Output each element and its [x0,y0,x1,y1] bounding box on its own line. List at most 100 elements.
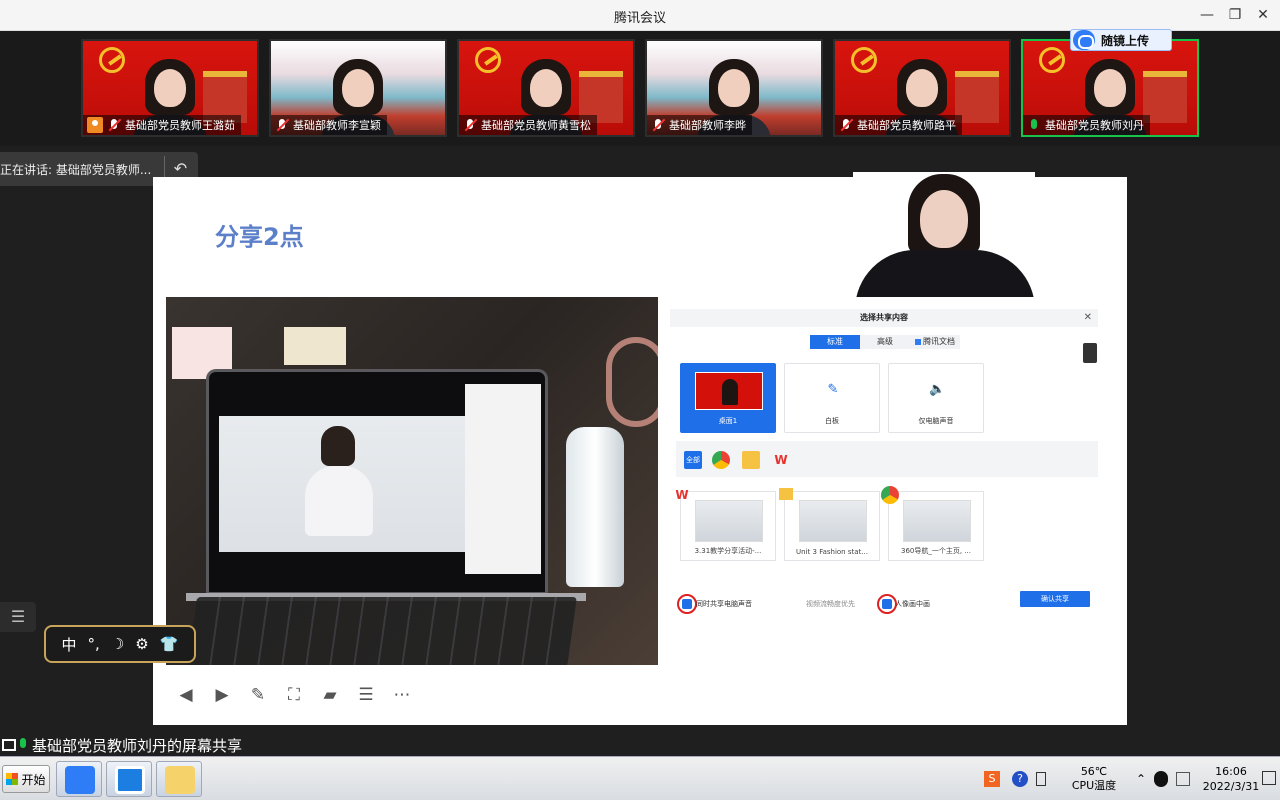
mic-on-icon [1027,118,1041,132]
option-label: 仅电脑声音 [918,417,954,425]
check-label: 人像画中画 [895,600,930,608]
clock[interactable]: 16:06 2022/3/31 [1200,764,1262,794]
restore-button[interactable]: ❐ [1223,4,1247,26]
tab-tencent-docs-label: 腾讯文档 [923,337,955,346]
window-label: Unit 3 Fashion stat... [796,548,868,556]
mic-icon[interactable] [1083,343,1097,363]
tab-standard[interactable]: 标准 [810,335,860,349]
tray-icons: ⌃ [1136,757,1191,800]
chat-icon[interactable]: ☰ [353,682,379,708]
window-thumbnail[interactable]: 360导航_一个主页, ... [881,486,984,561]
check-label[interactable]: 视频流畅度优先 [806,599,855,609]
chrome-icon [881,486,899,504]
gear-icon[interactable]: ⚙ [135,635,148,653]
minimize-button[interactable]: — [1195,4,1219,26]
taskbar-app-tablet[interactable] [106,761,152,797]
filter-all-button[interactable]: 全部 [684,451,702,469]
wps-icon: W [675,488,689,502]
qq-icon[interactable] [1154,771,1169,787]
participant-tile-active[interactable]: 基础部党员教师刘丹 [1021,39,1199,137]
participant-name: 基础部党员教师黄雪松 [481,119,591,132]
ime-chinese-mode[interactable]: 中 [62,634,77,655]
tab-advanced[interactable]: 高级 [860,335,910,349]
skin-icon[interactable]: 👕 [160,635,179,653]
window-title: 腾讯会议 [613,11,666,26]
mic-muted-icon [463,118,477,132]
more-icon[interactable]: ⋯ [389,682,415,708]
start-button[interactable]: 开始 [2,765,50,793]
cloud-upload-label: 随镜上传 [1101,33,1150,48]
wps-icon[interactable]: W [772,451,790,469]
pen-icon[interactable]: ✎ [245,682,271,708]
cpu-temperature[interactable]: 56℃ CPU温度 [1066,765,1122,793]
party-emblem-icon [99,47,125,73]
screen-icon [2,739,16,751]
chrome-icon[interactable] [712,451,730,469]
ime-punctuation[interactable]: °, [88,635,100,653]
participant-name: 基础部党员教师刘丹 [1045,119,1144,132]
notification-icon[interactable] [1262,771,1276,785]
close-button[interactable]: ✕ [1251,4,1275,26]
next-icon[interactable]: ▶ [209,682,235,708]
presenter-video [853,172,1035,297]
mic-muted-icon [651,118,665,132]
slide-title: 分享2点 [215,223,304,251]
party-emblem-icon [851,47,877,73]
participant-name: 基础部教师李晔 [669,119,746,132]
participant-name: 基础部党员教师路平 [857,119,956,132]
participant-tile[interactable]: 基础部党员教师王潞茹 [81,39,259,137]
participant-tile[interactable]: 基础部党员教师黄雪松 [457,39,635,137]
option-label: 桌面1 [718,417,738,425]
sogou-icon[interactable]: S [984,771,1000,787]
share-status-text: 基础部党员教师刘丹的屏幕共享 [32,736,243,755]
shared-screen: 分享2点 选择共享内容✕ 标准 高级 腾讯文档 桌面1 ✎ 白板 🔈 仅电脑声 [153,172,1127,725]
cpu-temp-value: 56℃ [1080,765,1108,778]
participant-tile[interactable]: 基础部教师李晔 [645,39,823,137]
app-filter-bar: 全部 W [676,441,1098,477]
network-icon[interactable] [1036,772,1046,786]
option-label: 白板 [825,417,839,425]
participant-name: 基础部教师李宣颖 [293,119,381,132]
screenshot-icon[interactable]: ⛶ [281,682,307,708]
window-thumbnail[interactable]: Unit 3 Fashion stat... [779,488,880,561]
confirm-share-button[interactable]: 确认共享 [1020,591,1090,607]
mic-muted-icon [107,118,121,132]
device-icon[interactable] [1176,772,1191,786]
tab-tencent-docs[interactable]: 腾讯文档 [910,335,960,349]
classroom-photo [166,297,658,665]
window-label: 3.31教学分享活动-... [694,547,762,555]
participant-name: 基础部党员教师王潞茹 [125,119,235,132]
participant-tile[interactable]: 基础部党员教师路平 [833,39,1011,137]
desktop-thumbnail [695,372,763,410]
ime-toolbar[interactable]: 中 °, ☽ ⚙ 👕 [44,625,196,663]
taskbar-app-tencent-meeting[interactable] [56,761,102,797]
close-icon[interactable]: ✕ [1084,309,1092,327]
folder-icon [779,488,793,500]
share-option-desktop[interactable]: 桌面1 [680,363,776,433]
moon-icon[interactable]: ☽ [111,635,124,653]
share-option-audio[interactable]: 🔈 仅电脑声音 [888,363,984,433]
mic-muted-icon [839,118,853,132]
check-label: 同时共享电脑声音 [696,600,752,608]
mic-on-icon [18,738,28,752]
help-icon[interactable]: ? [1012,771,1028,787]
participant-tile[interactable]: 基础部教师李宣颖 [269,39,447,137]
cpu-temp-label: CPU温度 [1071,779,1117,792]
dialog-title: 选择共享内容 [860,313,908,322]
camera-icon[interactable]: ▰ [317,682,343,708]
previous-icon[interactable]: ◀ [173,682,199,708]
mic-muted-icon [275,118,289,132]
window-thumbnail[interactable]: W 3.31教学分享活动-... [675,488,776,561]
host-icon [87,117,103,133]
taskbar-app-explorer[interactable] [156,761,202,797]
list-icon[interactable]: ☰ [0,602,36,632]
chevron-up-icon[interactable]: ⌃ [1136,772,1146,786]
cloud-upload-badge[interactable]: 随镜上传 [1070,29,1172,51]
share-option-whiteboard[interactable]: ✎ 白板 [784,363,880,433]
checkbox-portrait-pip[interactable] [882,599,892,609]
slide-controls: ◀ ▶ ✎ ⛶ ▰ ☰ ⋯ [173,682,415,708]
cloud-icon [1073,30,1095,50]
folder-icon[interactable] [742,451,760,469]
window-label: 360导航_一个主页, ... [901,547,971,555]
checkbox-share-audio[interactable] [682,599,692,609]
